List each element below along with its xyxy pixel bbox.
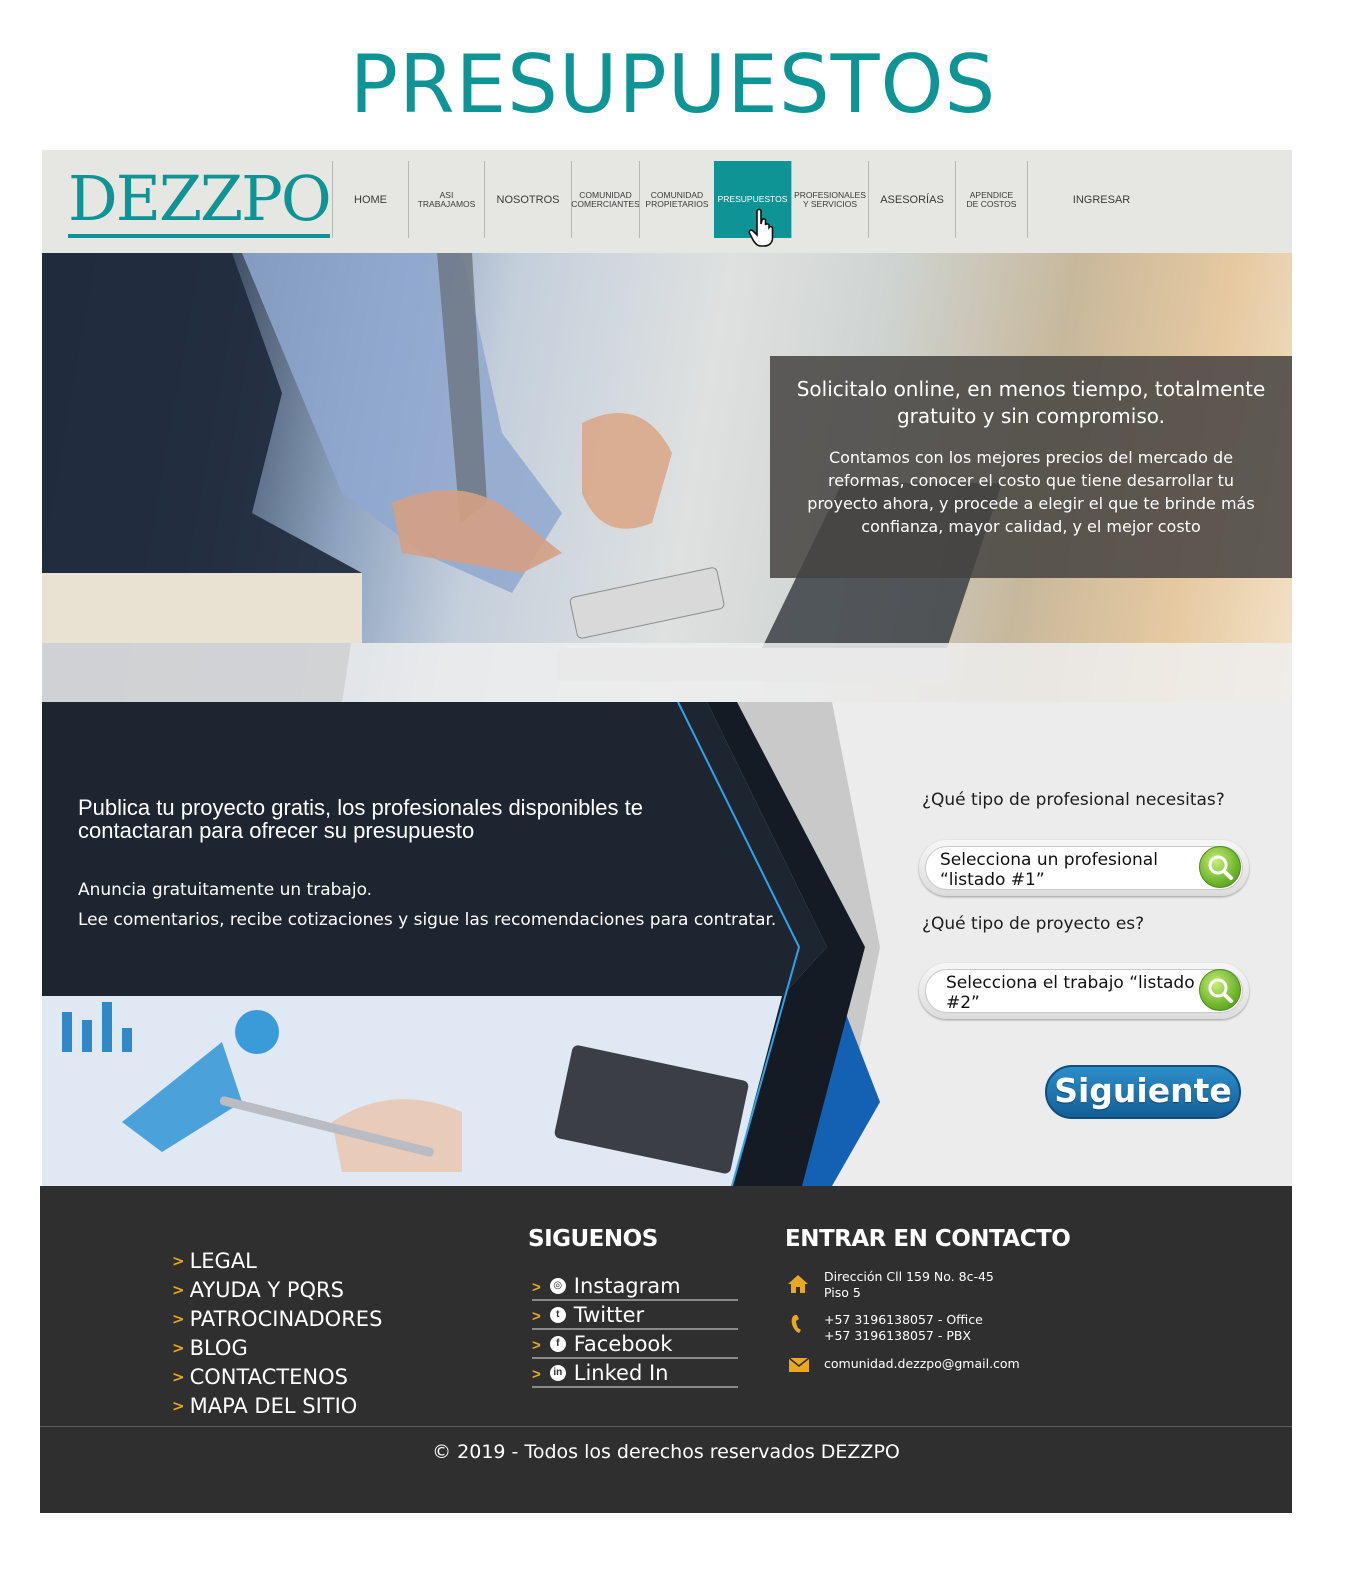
profesional-question-label: ¿Qué tipo de profesional necesitas?	[922, 790, 1225, 810]
proyecto-select-field: Selecciona el trabajo “listado #2”	[925, 969, 1243, 1013]
chevron-right-icon: >	[532, 1366, 541, 1383]
chevron-right-icon: >	[172, 1368, 185, 1386]
footer-link-patrocinadores[interactable]: > PATROCINADORES	[172, 1306, 382, 1335]
nav-item-profesionales-y-servicios[interactable]: PROFESIONALES Y SERVICIOS	[791, 161, 868, 238]
proyecto-search-button[interactable]	[1199, 969, 1241, 1011]
nav-item-comunidad-propietarios[interactable]: COMUNIDAD PROPIETARIOS	[639, 161, 714, 238]
search-icon	[1208, 978, 1233, 1003]
chevron-right-icon: >	[532, 1279, 541, 1296]
nav-item-apendice-de-costos[interactable]: APENDICE DE COSTOS	[955, 161, 1027, 238]
email-address[interactable]: comunidad.dezzpo@gmail.com	[824, 1356, 1020, 1372]
proyecto-select-value: Selecciona el trabajo “listado #2”	[946, 973, 1195, 1013]
project-heading: Publica tu proyecto gratis, los profesio…	[78, 795, 643, 843]
proyecto-question-label: ¿Qué tipo de proyecto es?	[922, 914, 1145, 934]
profesional-select-field: Selecciona un profesional “listado #1”	[925, 846, 1243, 890]
dezzpo-logo[interactable]: DEZZPO	[68, 164, 332, 238]
project-line-2: Lee comentarios, recibe cotizaciones y s…	[78, 910, 777, 930]
hero-info-panel: Solicitalo online, en menos tiempo, tota…	[770, 356, 1292, 578]
project-line-1: Anuncia gratuitamente un trabajo.	[78, 880, 373, 900]
profesional-select-value: Selecciona un profesional “listado #1”	[940, 850, 1158, 890]
chevron-right-icon: >	[172, 1397, 185, 1415]
footer-link-legal[interactable]: > LEGAL	[172, 1248, 382, 1277]
home-icon	[788, 1275, 808, 1293]
nav-item-ingresar[interactable]: INGRESAR	[1027, 161, 1175, 238]
chevron-right-icon: >	[172, 1310, 185, 1328]
facebook-icon: f	[549, 1336, 566, 1352]
social-link-twitter[interactable]: > t Twitter	[532, 1301, 738, 1330]
social-link-instagram[interactable]: > ◎ Instagram	[532, 1272, 738, 1301]
chevron-right-icon: >	[532, 1337, 541, 1354]
twitter-icon: t	[549, 1307, 566, 1323]
hero-banner: Solicitalo online, en menos tiempo, tota…	[42, 253, 1292, 702]
chevron-right-icon: >	[172, 1339, 185, 1357]
footer: > LEGAL > AYUDA Y PQRS > PATROCINADORES > BL…	[40, 1186, 1292, 1513]
social-link-facebook[interactable]: > f Facebook	[532, 1330, 738, 1359]
hero-description: Contamos con los mejores precios del mer…	[807, 448, 1255, 536]
mail-icon	[788, 1357, 810, 1372]
nav-item-asi-trabajamos[interactable]: ASI TRABAJAMOS	[408, 161, 484, 238]
address-line-1: Dirección Cll 159 No. 8c-45	[824, 1269, 994, 1284]
nav-item-asesorias[interactable]: ASESORÍAS	[868, 161, 955, 238]
chevron-right-icon: >	[172, 1252, 185, 1270]
siguenos-title: SIGUENOS	[528, 1226, 658, 1252]
footer-link-mapa-del-sitio[interactable]: > MAPA DEL SITIO	[172, 1393, 382, 1422]
address-line-2: Piso 5	[824, 1285, 861, 1300]
siguiente-button[interactable]: Siguiente	[1045, 1065, 1241, 1119]
instagram-icon: ◎	[549, 1278, 566, 1294]
top-navigation: DEZZPO HOME ASI TRABAJAMOS NOSOTROS COMU…	[42, 150, 1292, 253]
social-links: > ◎ Instagram > t Twitter > f Facebook >…	[532, 1272, 738, 1388]
search-icon	[1208, 855, 1233, 880]
footer-link-contactenos[interactable]: > CONTACTENOS	[172, 1364, 382, 1393]
copyright-text: © 2019 - Todos los derechos reservados D…	[432, 1441, 900, 1463]
project-form-section: Publica tu proyecto gratis, los profesio…	[42, 702, 1292, 1186]
nav-item-comunidad-comerciantes[interactable]: COMUNIDAD COMERCIANTES	[571, 161, 640, 238]
phone-pbx: +57 3196138057 - PBX	[824, 1328, 972, 1343]
chevron-right-icon: >	[172, 1281, 185, 1299]
footer-links: > LEGAL > AYUDA Y PQRS > PATROCINADORES > BL…	[172, 1248, 382, 1422]
hero-title: Solicitalo online, en menos tiempo, tota…	[796, 377, 1266, 428]
phone-icon	[791, 1315, 801, 1333]
contacto-title: ENTRAR EN CONTACTO	[785, 1226, 1071, 1252]
phone-office: +57 3196138057 - Office	[824, 1312, 983, 1327]
nav-item-home[interactable]: HOME	[332, 161, 408, 238]
footer-link-blog[interactable]: > BLOG	[172, 1335, 382, 1364]
footer-link-ayuda[interactable]: > AYUDA Y PQRS	[172, 1277, 382, 1306]
profesional-select[interactable]: Selecciona un profesional “listado #1”	[919, 840, 1249, 896]
social-link-linkedin[interactable]: > in Linked In	[532, 1359, 738, 1388]
page-title: PRESUPUESTOS	[349, 38, 997, 131]
linkedin-icon: in	[549, 1365, 566, 1381]
profesional-search-button[interactable]	[1199, 846, 1241, 888]
hand-pointer-icon	[748, 208, 774, 247]
nav-item-nosotros[interactable]: NOSOTROS	[484, 161, 571, 238]
chevron-right-icon: >	[532, 1308, 541, 1325]
proyecto-select[interactable]: Selecciona el trabajo “listado #2”	[919, 963, 1249, 1019]
footer-divider	[40, 1426, 1292, 1427]
